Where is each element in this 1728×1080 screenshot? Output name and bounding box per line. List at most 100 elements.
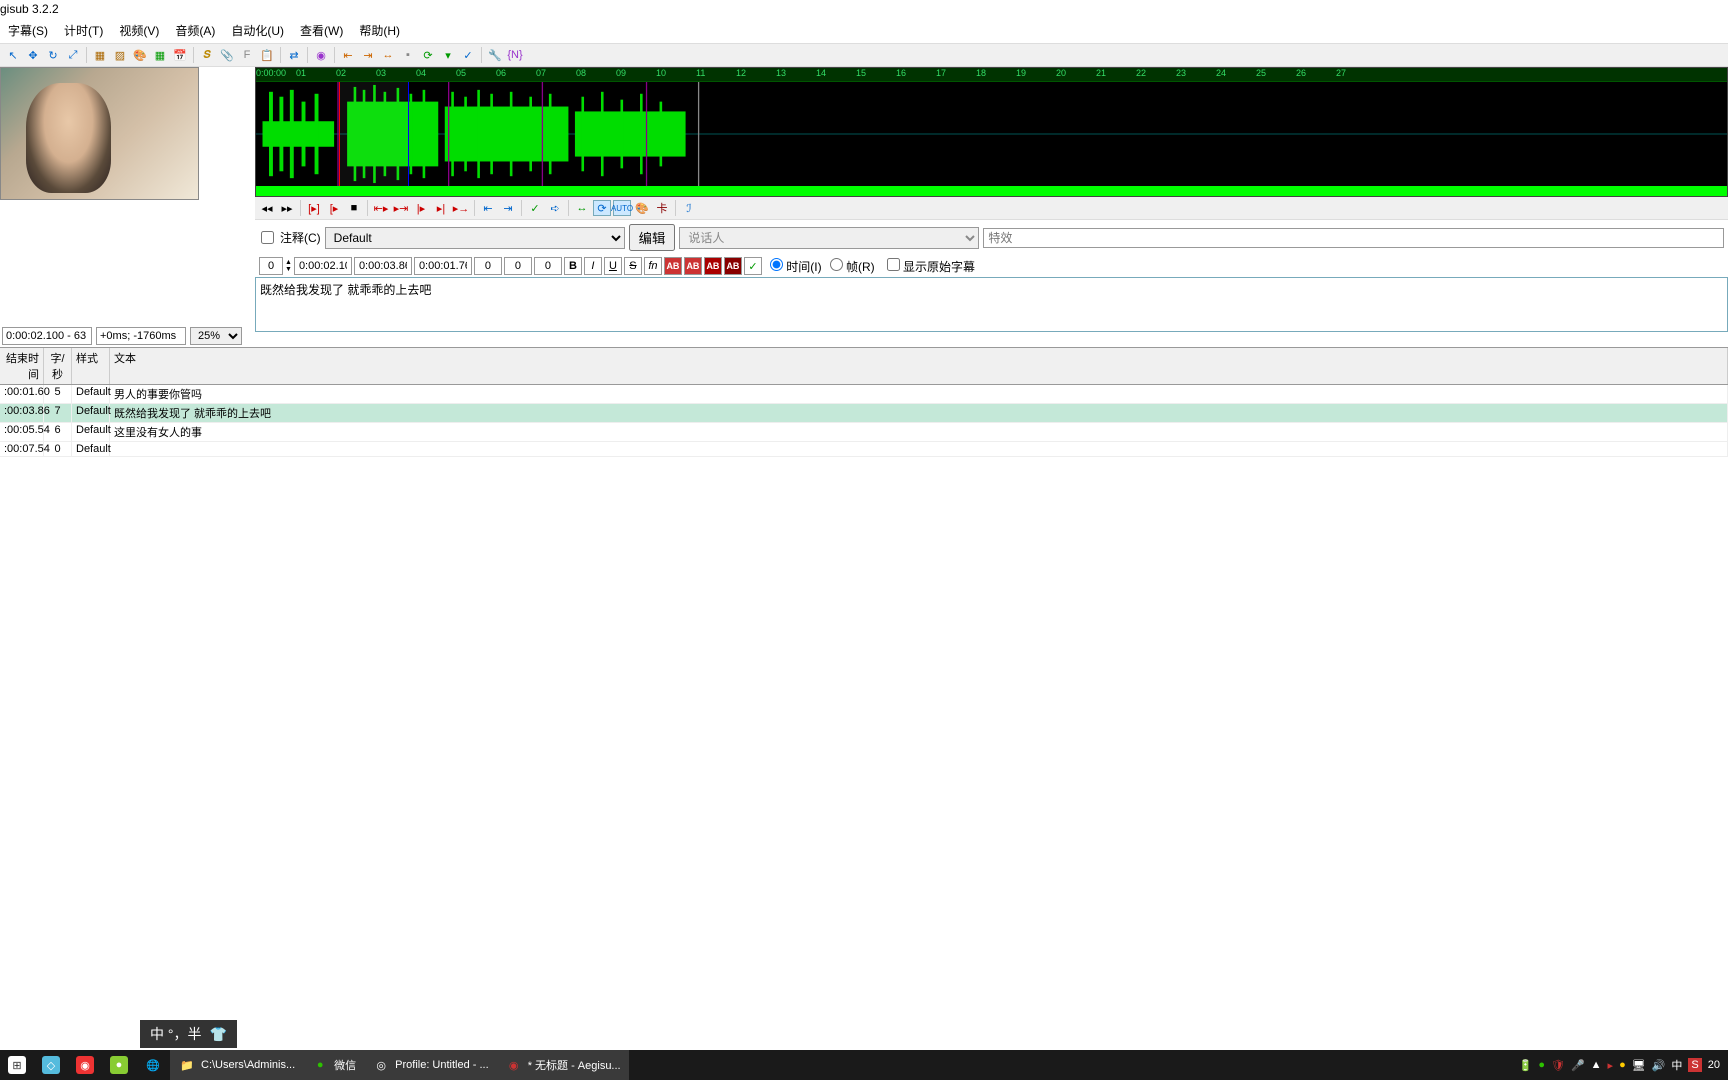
tool-scale-icon[interactable]: ⤢ [64, 46, 82, 64]
taskbar-chrome[interactable]: 🌐 [136, 1050, 170, 1080]
col-text-header[interactable]: 文本 [110, 348, 1728, 384]
tool-jump-start-icon[interactable]: ⇤ [339, 46, 357, 64]
col-end-header[interactable]: 结束时间 [0, 348, 44, 384]
tool-style-icon[interactable]: 𝑺 [198, 46, 216, 64]
tool-grid-icon[interactable]: ▦ [151, 46, 169, 64]
actor-select[interactable]: 说话人 [679, 227, 979, 249]
toggle-icon[interactable]: ℐ [680, 200, 698, 216]
system-tray[interactable]: 🔋 ● 🛡 🎤 ▲ ▸ ● 🖥 🔊 中 S 20 [1511, 1057, 1728, 1073]
italic-button[interactable]: I [584, 257, 602, 275]
tray-flag-icon[interactable]: ▸ [1608, 1059, 1614, 1072]
autonext-icon[interactable]: AUTO [613, 200, 631, 216]
video-zoom-select[interactable]: 25% [190, 327, 242, 345]
karaoke-icon[interactable]: 卡 [653, 200, 671, 216]
taskbar-obs[interactable]: ◎Profile: Untitled - ... [364, 1050, 497, 1080]
grid-row[interactable]: :00:01.605Default男人的事要你管吗 [0, 385, 1728, 404]
bold-button[interactable]: B [564, 257, 582, 275]
tool-clip-icon[interactable]: ▦ [91, 46, 109, 64]
grid-row[interactable]: :00:03.867Default既然给我发现了 就乖乖的上去吧 [0, 404, 1728, 423]
tray-ime-icon[interactable]: 中 [1671, 1057, 1682, 1073]
taskbar-app[interactable]: ● [102, 1050, 136, 1080]
duration-input[interactable] [414, 257, 472, 275]
start-button[interactable]: ⊞ [0, 1050, 34, 1080]
tray-mic-icon[interactable]: 🎤 [1571, 1059, 1585, 1072]
margin-r-input[interactable] [504, 257, 532, 275]
menu-video[interactable]: 视频(V) [111, 20, 167, 41]
waveform[interactable]: 0:00:00 01 02 03 04 05 06 07 08 09 10 11… [255, 67, 1728, 197]
play-after-icon[interactable]: ▸⇥ [392, 200, 410, 216]
play-sel-icon[interactable]: [▸] [305, 200, 323, 216]
color3-button[interactable]: AB [704, 257, 722, 275]
lead-out-icon[interactable]: ⇥ [499, 200, 517, 216]
stop-icon[interactable]: ■ [345, 200, 363, 216]
end-time-input[interactable] [354, 257, 412, 275]
grid-row[interactable]: :00:05.546Default这里没有女人的事 [0, 423, 1728, 442]
menu-help[interactable]: 帮助(H) [351, 20, 408, 41]
tool-wrench-icon[interactable]: 🔧 [486, 46, 504, 64]
effect-input[interactable] [983, 228, 1724, 248]
play-500-before-icon[interactable]: |▸ [412, 200, 430, 216]
color2-button[interactable]: AB [684, 257, 702, 275]
tray-disc-icon[interactable]: ● [1619, 1059, 1626, 1071]
taskbar-explorer[interactable]: 📁C:\Users\Adminis... [170, 1050, 303, 1080]
tray-s-icon[interactable]: S [1688, 1058, 1701, 1072]
tray-vol-icon[interactable]: 🔊 [1652, 1059, 1666, 1072]
margin-l-input[interactable] [474, 257, 502, 275]
col-style-header[interactable]: 样式 [72, 348, 110, 384]
time-radio[interactable] [770, 258, 783, 271]
commit-icon[interactable]: ✓ [526, 200, 544, 216]
video-time-input[interactable] [2, 327, 92, 345]
start-time-input[interactable] [294, 257, 352, 275]
comment-checkbox[interactable] [261, 231, 274, 244]
layer-input[interactable] [259, 257, 283, 275]
menu-timing[interactable]: 计时(T) [56, 20, 111, 41]
tool-font-icon[interactable]: F [238, 46, 256, 64]
tool-n-icon[interactable]: {N} [506, 46, 524, 64]
play-prev-icon[interactable]: ◂◂ [258, 200, 276, 216]
tool-cal-icon[interactable]: 📅 [171, 46, 189, 64]
strike-button[interactable]: S [624, 257, 642, 275]
tool-check-icon[interactable]: ▾ [439, 46, 457, 64]
font-button[interactable]: fn [644, 257, 662, 275]
tool-vclip-icon[interactable]: ▨ [111, 46, 129, 64]
tool-arrow-icon[interactable]: ↖ [4, 46, 22, 64]
menu-audio[interactable]: 音频(A) [167, 20, 223, 41]
ime-indicator[interactable]: 中 °，半👕 [140, 1020, 237, 1048]
edit-style-button[interactable]: 编辑 [629, 224, 676, 251]
tool-assist-icon[interactable]: ◉ [312, 46, 330, 64]
tool-attach-icon[interactable]: 📎 [218, 46, 236, 64]
play-line-icon[interactable]: [▸ [325, 200, 343, 216]
color1-button[interactable]: AB [664, 257, 682, 275]
tool-snap3-icon[interactable]: ⟳ [419, 46, 437, 64]
layer-down-icon[interactable]: ▼ [285, 266, 292, 273]
grid-row[interactable]: :00:07.540Default [0, 442, 1728, 457]
tool-drag-icon[interactable]: ✥ [24, 46, 42, 64]
tool-rotate-icon[interactable]: ↻ [44, 46, 62, 64]
tray-net-icon[interactable]: 🖥 [1632, 1059, 1646, 1072]
margin-v-input[interactable] [534, 257, 562, 275]
show-original-checkbox[interactable] [887, 258, 900, 271]
tray-shield-icon[interactable]: 🛡 [1551, 1059, 1565, 1072]
color4-button[interactable]: AB [724, 257, 742, 275]
autoscroll-icon[interactable]: ↔ [573, 200, 591, 216]
commit-text-button[interactable]: ✓ [744, 257, 762, 275]
tray-battery-icon[interactable]: 🔋 [1519, 1059, 1533, 1072]
taskbar-app[interactable]: ◇ [34, 1050, 68, 1080]
tool-snap2-icon[interactable]: ▪ [399, 46, 417, 64]
taskbar-wechat[interactable]: ●微信 [303, 1050, 364, 1080]
waveform-selection[interactable] [339, 82, 409, 186]
menu-view[interactable]: 查看(W) [292, 20, 351, 41]
subtitle-text-input[interactable]: 既然给我发现了 就乖乖的上去吧 [255, 277, 1728, 332]
video-offset-input[interactable] [96, 327, 186, 345]
play-to-end-icon[interactable]: ▸→ [452, 200, 470, 216]
tool-shift-icon[interactable]: ⇄ [285, 46, 303, 64]
play-next-icon[interactable]: ▸▸ [278, 200, 296, 216]
col-cps-header[interactable]: 字/秒 [44, 348, 72, 384]
spectrum-icon[interactable]: 🎨 [633, 200, 651, 216]
tool-color-icon[interactable]: 🎨 [131, 46, 149, 64]
tray-clock[interactable]: 20 [1708, 1059, 1720, 1071]
autocommit-icon[interactable]: ⟳ [593, 200, 611, 216]
play-before-icon[interactable]: ⇤▸ [372, 200, 390, 216]
frame-radio[interactable] [830, 258, 843, 271]
video-preview[interactable] [0, 67, 199, 200]
